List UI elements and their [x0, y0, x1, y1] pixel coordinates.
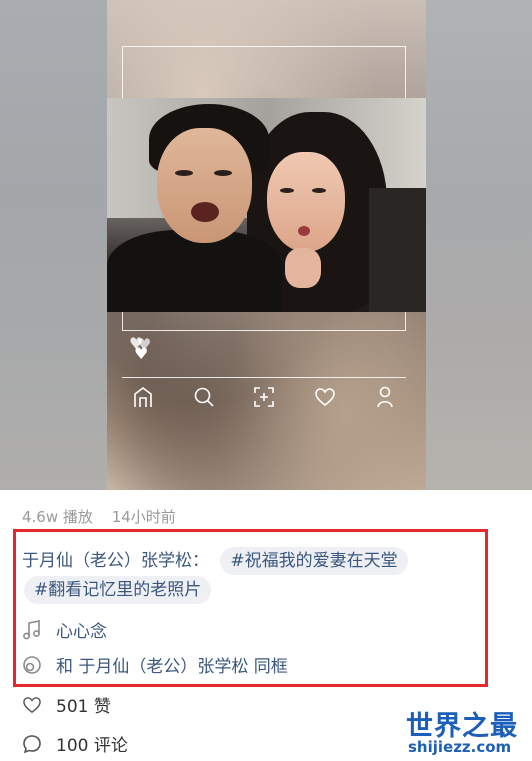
search-icon — [191, 384, 217, 410]
hashtag-tag[interactable]: #祝福我的爱妻在天堂 — [220, 547, 408, 575]
heart-icon — [312, 384, 338, 410]
profile-icon — [372, 384, 398, 410]
frame-bottom-line — [122, 377, 406, 378]
video-player[interactable]: ♥ ♥ ♥ — [0, 0, 532, 490]
scan-icon — [251, 384, 277, 410]
blurred-background-left — [0, 0, 107, 490]
comment-icon — [22, 734, 42, 754]
play-stats: 4.6w 播放 14小时前 — [22, 506, 190, 527]
video-frame: ♥ ♥ ♥ — [107, 0, 426, 490]
site-watermark: 世界之最 shijiezz.com — [402, 704, 526, 758]
post-caption: 于月仙（老公）张学松： #祝福我的爱妻在天堂 — [22, 545, 482, 577]
watermark-url: shijiezz.com — [408, 738, 512, 756]
frame-nav-bar — [122, 384, 406, 412]
music-title: 心心念 — [56, 622, 107, 642]
author-name[interactable]: 于月仙（老公）张学松： — [22, 551, 209, 571]
post-time: 14小时前 — [111, 508, 176, 526]
duet-label: 和 于月仙（老公）张学松 同框 — [56, 657, 288, 677]
heart-outline-icon — [22, 695, 42, 715]
likes-button[interactable]: 501 赞 — [22, 692, 111, 717]
comments-button[interactable]: 100 评论 — [22, 731, 128, 756]
duet-link[interactable]: 和 于月仙（老公）张学松 同框 — [22, 652, 288, 677]
hearts-icon: ♥ ♥ ♥ — [129, 334, 152, 363]
music-link[interactable]: 心心念 — [22, 617, 107, 642]
likes-count: 501 赞 — [56, 697, 111, 717]
blurred-background-right — [426, 0, 532, 490]
comments-count: 100 评论 — [56, 736, 128, 756]
music-note-icon — [22, 619, 42, 640]
home-icon — [130, 384, 156, 410]
duet-icon — [22, 655, 42, 675]
couple-photo — [107, 98, 426, 312]
play-count: 4.6w 播放 — [22, 508, 93, 526]
hashtag-tag[interactable]: #翻看记忆里的老照片 — [24, 576, 212, 604]
